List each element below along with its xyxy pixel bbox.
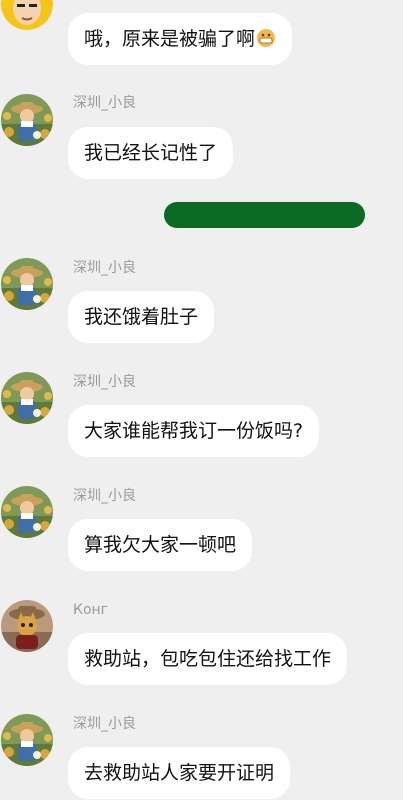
message-bubble[interactable]: 算我欠大家一顿吧 [68,519,253,571]
message-bubble[interactable]: 哦，原来是被骗了啊 [68,13,293,65]
message-text: 我已经长记性了 [84,142,218,164]
message-bubble[interactable]: 我已经长记性了 [68,127,234,179]
message-text: 算我欠大家一顿吧 [84,534,237,556]
sender-name: 深圳_小良 [73,260,136,276]
message-bubble[interactable]: 去救助站人家要开证明 [68,747,291,799]
avatar[interactable] [1,600,53,652]
sender-name: Конг [73,602,109,618]
message-text: 哦，原来是被骗了啊 [84,28,256,50]
message-bubble[interactable]: 救助站，包吃包住还给找工作 [68,633,348,685]
sender-name: 深圳_小良 [73,95,136,111]
grimace-emoji-icon [256,16,276,47]
redacted-message [164,202,365,228]
message-bubble[interactable]: 大家谁能帮我订一份饭吗? [68,405,320,457]
message-text: 大家谁能帮我订一份饭吗? [84,420,304,442]
message-text: 去救助站人家要开证明 [84,762,275,784]
message-bubble[interactable]: 我还饿着肚子 [68,291,215,343]
sender-name: 深圳_小良 [73,488,136,504]
avatar[interactable] [1,258,53,310]
message-text: 救助站，包吃包住还给找工作 [84,648,332,670]
avatar[interactable] [1,714,53,766]
message-text: 我还饿着肚子 [84,306,199,328]
chat-message-list[interactable]: 哦，原来是被骗了啊 深圳_小良 我已经长记性了 深圳_小良 我还饿着肚子 深圳_… [0,0,403,800]
avatar[interactable] [1,0,53,30]
avatar[interactable] [1,94,53,146]
avatar[interactable] [1,372,53,424]
avatar[interactable] [1,486,53,538]
sender-name: 深圳_小良 [73,716,136,732]
sender-name: 深圳_小良 [73,374,136,390]
